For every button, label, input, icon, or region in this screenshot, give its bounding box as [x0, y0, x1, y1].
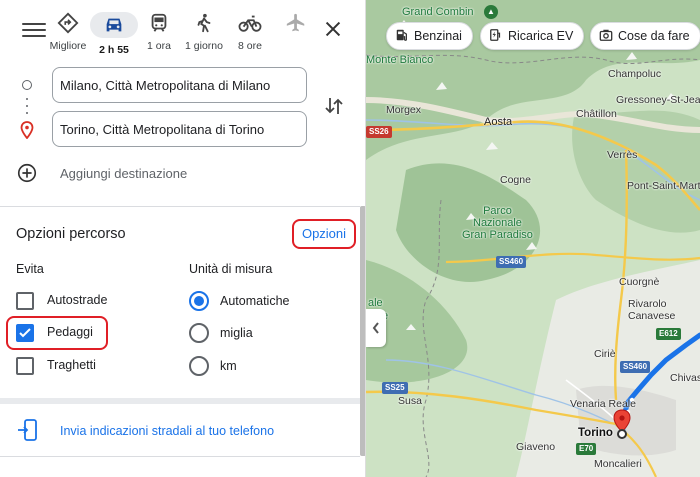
chip-label: Cose da fare	[618, 29, 690, 43]
road-shield: SS25	[382, 382, 408, 394]
add-destination-button[interactable]: Aggiungi destinazione	[16, 160, 316, 186]
origin-dot-icon	[22, 80, 32, 90]
send-to-phone-label: Invia indicazioni stradali al tuo telefo…	[60, 424, 275, 438]
map-label: Venaria Reale	[570, 398, 636, 410]
map-label: Cogne	[500, 174, 531, 186]
avoid-title: Evita	[16, 262, 44, 276]
map-label: Ciriè	[594, 348, 616, 360]
road-shield: E70	[576, 443, 597, 455]
chip-label: Benzinai	[414, 29, 462, 43]
origin-input[interactable]: Milano, Città Metropolitana di Milano	[52, 67, 307, 103]
airplane-icon	[266, 12, 326, 34]
map-label: Parco Nazionale Gran Paradiso	[462, 205, 533, 241]
map-label: Pont-Saint-Martin	[627, 180, 700, 192]
route-dot	[26, 112, 28, 114]
camera-icon	[599, 28, 613, 45]
chevron-left-icon	[372, 322, 379, 334]
checkbox-label: Traghetti	[47, 358, 96, 372]
add-destination-label: Aggiungi destinazione	[60, 166, 188, 181]
ev-charger-icon	[489, 28, 503, 45]
add-circle-icon	[16, 162, 38, 189]
units-title: Unità di misura	[189, 262, 273, 276]
chip-things-to-do[interactable]: Cose da fare	[590, 22, 700, 50]
divider	[0, 206, 360, 207]
map-label: Verrès	[607, 149, 638, 161]
map-label: Chivas	[670, 372, 700, 384]
map-label: Champoluc	[608, 68, 662, 80]
map-label: Moncalieri	[594, 458, 642, 470]
radio-label: miglia	[220, 326, 253, 340]
map-label: Grand Combin	[402, 6, 474, 18]
travel-mode-bar: Migliore 2 h 55 1 ora 1 giorno 8 ore	[0, 0, 360, 60]
chip-label: Ricarica EV	[508, 29, 574, 43]
map-label: Monte Bianco	[366, 54, 434, 66]
directions-panel: Migliore 2 h 55 1 ora 1 giorno 8 ore Mil…	[0, 0, 366, 477]
map-label: Susa	[398, 395, 422, 407]
mode-label: 8 ore	[238, 40, 262, 52]
chip-gas-stations[interactable]: Benzinai	[386, 22, 473, 50]
map-label: Gressoney-St-Jean	[616, 94, 700, 106]
collapse-panel-button[interactable]	[366, 309, 386, 347]
send-to-phone-icon	[16, 418, 40, 447]
road-shield: SS460	[496, 256, 527, 268]
peak-icon: ▲	[484, 5, 498, 19]
destination-pin-icon	[20, 121, 34, 144]
gas-station-icon	[395, 28, 409, 45]
checkbox-unchecked	[16, 292, 34, 310]
radio-selected	[189, 291, 209, 311]
map-label: ale	[368, 297, 383, 309]
map-label: Morgex	[386, 104, 422, 116]
road-shield: SS26	[366, 126, 392, 138]
avoid-highways-checkbox[interactable]: Autostrade	[16, 290, 176, 312]
radio-label: Automatiche	[220, 294, 290, 308]
divider	[0, 398, 360, 404]
route-dot	[26, 105, 28, 107]
units-auto-radio[interactable]: Automatiche	[189, 290, 339, 312]
road-shield: E612	[656, 328, 681, 340]
avoid-ferries-checkbox[interactable]: Traghetti	[16, 355, 176, 377]
map-canvas[interactable]: Grand Combin ▲ Monte Bianco Champoluc Gr…	[366, 0, 700, 477]
road-shield: SS460	[620, 361, 651, 373]
checkbox-unchecked	[16, 357, 34, 375]
map-label: Giaveno	[516, 441, 556, 453]
map-label: Rivarolo Canavese	[628, 298, 676, 322]
map-label: Torino	[578, 427, 613, 439]
swap-icon[interactable]	[322, 94, 346, 118]
send-to-phone-button[interactable]: Invia indicazioni stradali al tuo telefo…	[16, 418, 336, 444]
mode-flight[interactable]	[266, 12, 326, 34]
route-options-title: Opzioni percorso	[16, 226, 126, 242]
radio-label: km	[220, 359, 237, 373]
route-dot	[26, 98, 28, 100]
checkbox-label: Autostrade	[47, 293, 108, 307]
google-maps-directions: Migliore 2 h 55 1 ora 1 giorno 8 ore Mil…	[0, 0, 700, 477]
units-miles-radio[interactable]: miglia	[189, 322, 339, 344]
chip-ev-charging[interactable]: Ricarica EV	[480, 22, 585, 50]
avoid-tolls-checkbox[interactable]: Pedaggi	[16, 322, 176, 344]
map-label: Cuorgnè	[619, 276, 660, 288]
map-label: Châtillon	[576, 108, 617, 120]
destination-input[interactable]: Torino, Città Metropolitana di Torino	[52, 111, 307, 147]
radio-unselected	[189, 323, 209, 343]
close-icon[interactable]	[322, 18, 344, 40]
radio-unselected	[189, 356, 209, 376]
units-km-radio[interactable]: km	[189, 355, 339, 377]
checkbox-checked	[16, 324, 34, 342]
map-label: Aosta	[484, 116, 513, 128]
divider	[0, 456, 360, 457]
checkbox-label: Pedaggi	[47, 325, 93, 339]
options-link[interactable]: Opzioni	[292, 219, 356, 249]
